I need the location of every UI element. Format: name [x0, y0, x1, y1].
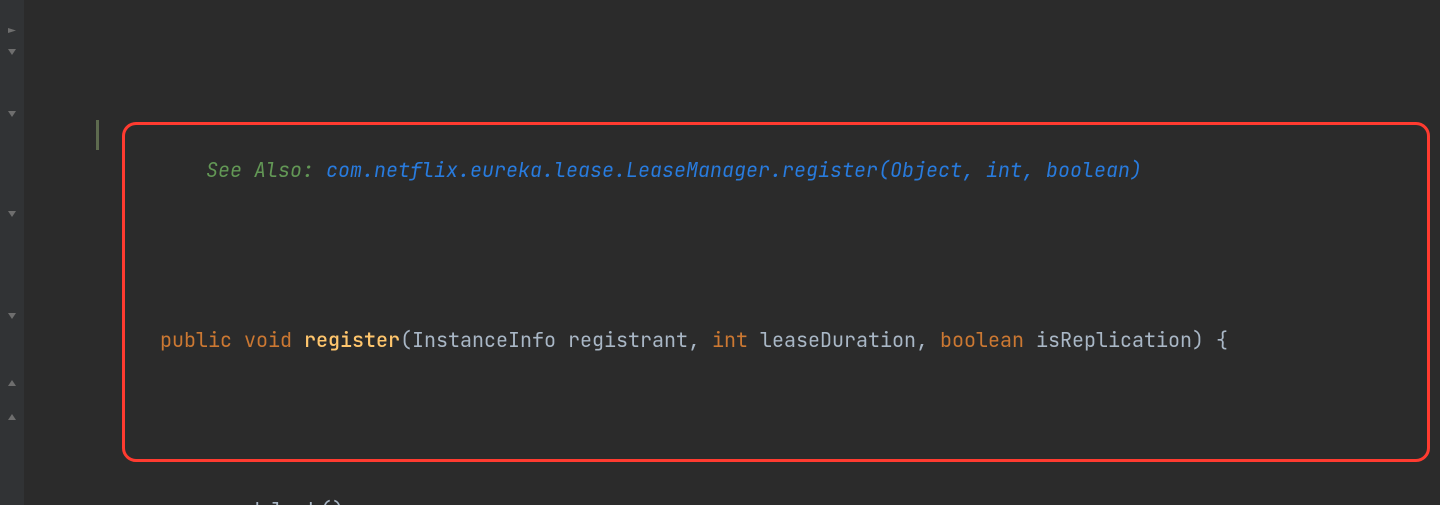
param2-name: leaseDuration	[760, 327, 916, 353]
keyword-boolean: boolean	[940, 327, 1024, 353]
close-and-brace: ) {	[1192, 327, 1228, 353]
comma: ,	[688, 327, 712, 353]
fold-handle-icon[interactable]	[7, 310, 17, 320]
fold-handle-icon[interactable]	[7, 208, 17, 218]
param3-name: isReplication	[1036, 327, 1192, 353]
fold-handle-icon[interactable]	[7, 46, 17, 56]
comma: ,	[916, 327, 940, 353]
keyword-int: int	[712, 327, 748, 353]
param1-type: InstanceInfo	[412, 327, 556, 353]
keyword-public: public	[160, 327, 232, 353]
param1-name: registrant	[568, 327, 688, 353]
code-area[interactable]: See Also: com.netflix.eureka.lease.Lease…	[24, 0, 1440, 505]
open-paren: (	[400, 327, 412, 353]
gutter	[0, 0, 24, 505]
stmt-read-lock: read.lock();	[212, 497, 356, 505]
method-name: register	[304, 327, 400, 353]
fold-column	[7, 0, 17, 505]
doc-tag-label: See Also:	[206, 157, 314, 183]
fold-handle-icon[interactable]	[7, 108, 17, 118]
keyword-void: void	[244, 327, 292, 353]
code-editor[interactable]: See Also: com.netflix.eureka.lease.Lease…	[0, 0, 1440, 505]
fold-handle-icon[interactable]	[7, 27, 17, 37]
fold-handle-icon[interactable]	[7, 379, 17, 389]
doc-see-also-link[interactable]: com.netflix.eureka.lease.LeaseManager.re…	[326, 157, 1142, 183]
fold-handle-icon[interactable]	[7, 413, 17, 423]
doc-indent-bar	[96, 120, 99, 150]
